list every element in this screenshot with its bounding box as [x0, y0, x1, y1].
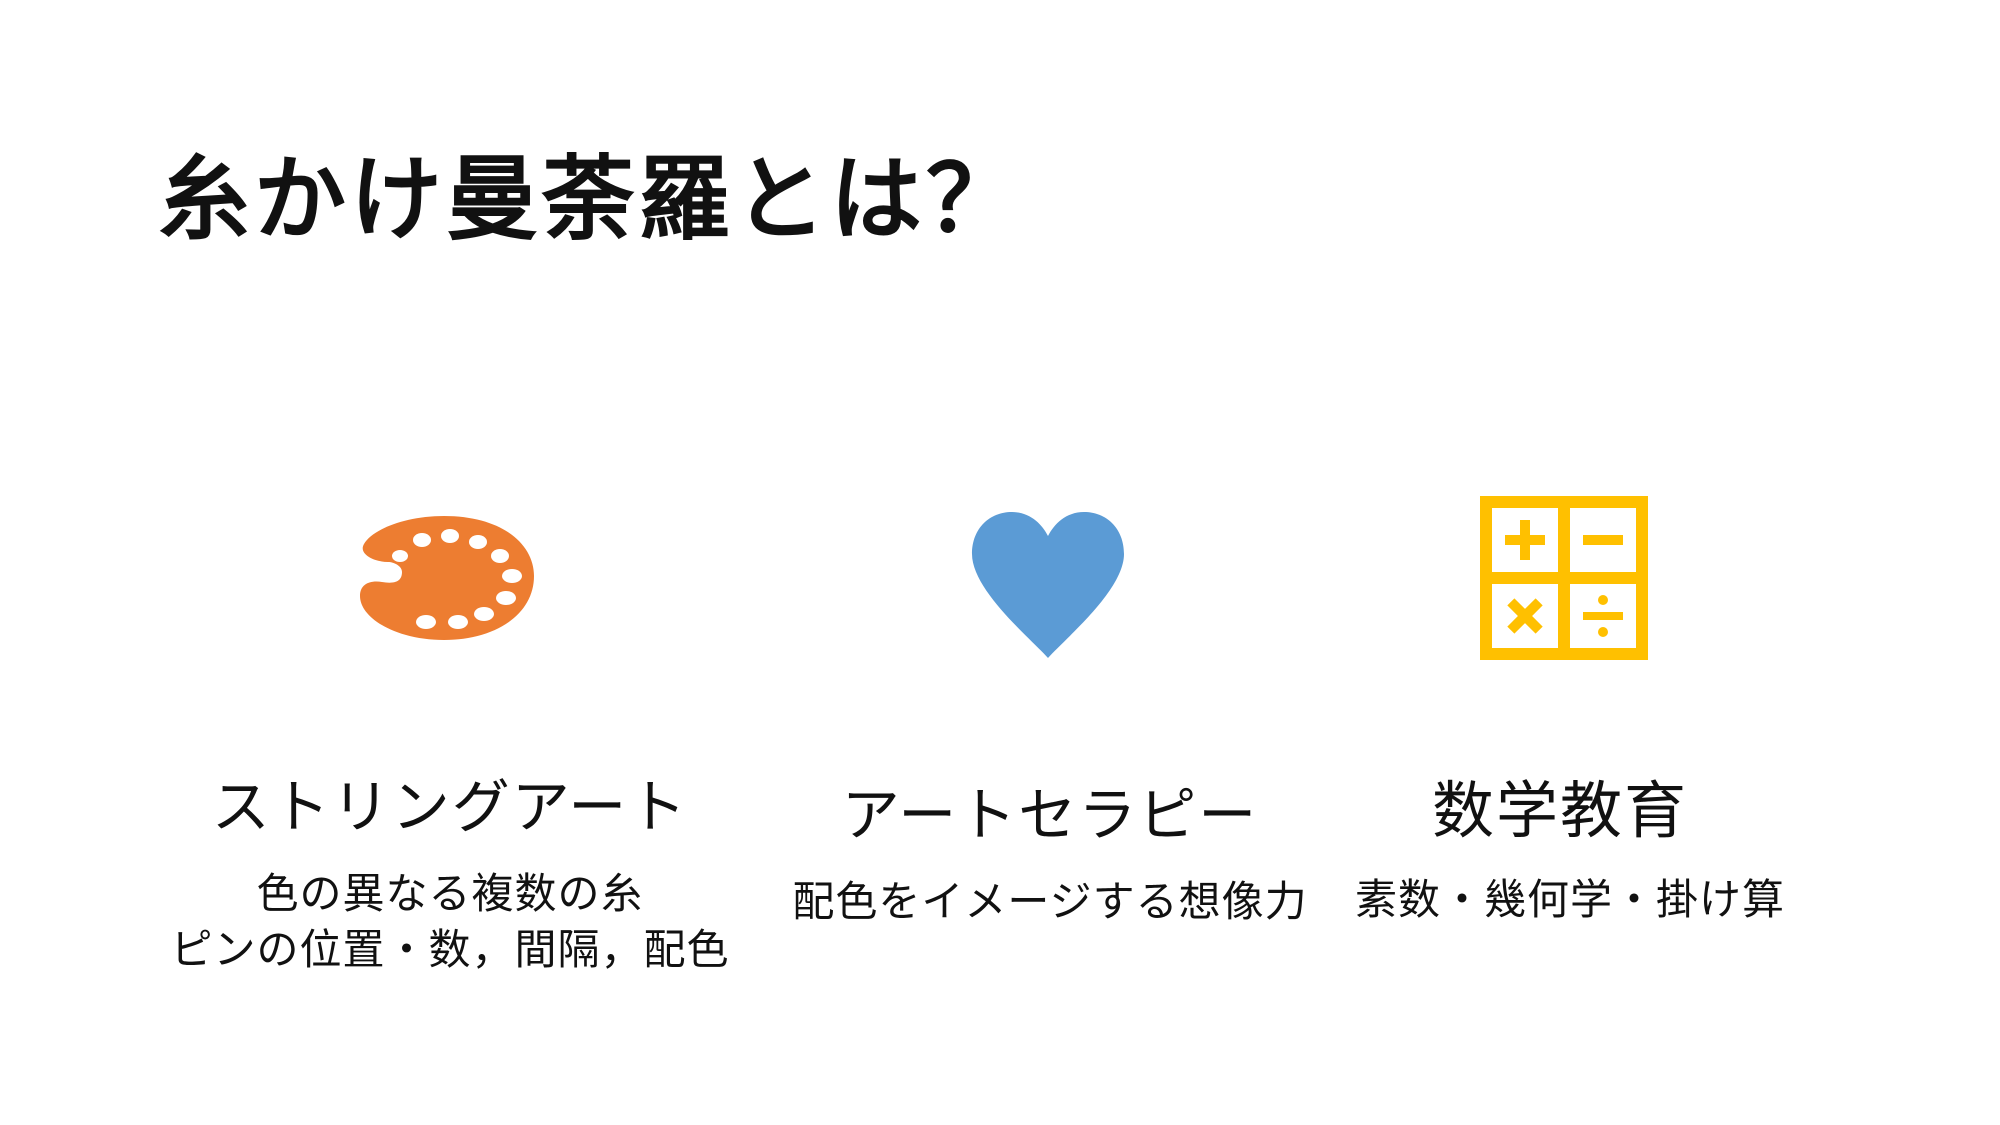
heart-icon — [968, 510, 1128, 660]
description-math-education: 素数・幾何学・掛け算 — [1350, 872, 1790, 928]
divide-sign — [1583, 612, 1623, 620]
heading-art-therapy: アートセラピー — [841, 781, 1259, 849]
description-string-art: 色の異なる複数の糸 ピンの位置・数，間隔，配色 — [140, 866, 760, 978]
minus-sign — [1583, 535, 1623, 545]
description-art-therapy: 配色をイメージする想像力 — [790, 874, 1310, 930]
heading-math-education: 数学教育 — [1431, 774, 1688, 847]
heart-shape — [972, 512, 1124, 658]
heading-string-art: ストリングアート — [211, 773, 689, 841]
calculator-icon — [1480, 496, 1648, 660]
description-line: 配色をイメージする想像力 — [792, 877, 1308, 926]
palette-icon — [352, 510, 536, 646]
description-line: ピンの位置・数，間隔，配色 — [170, 925, 730, 974]
description-line: 色の異なる複数の糸 — [256, 869, 644, 918]
slide-title: 糸かけ曼荼羅とは？ — [158, 146, 1023, 253]
description-line: 素数・幾何学・掛け算 — [1354, 875, 1785, 924]
